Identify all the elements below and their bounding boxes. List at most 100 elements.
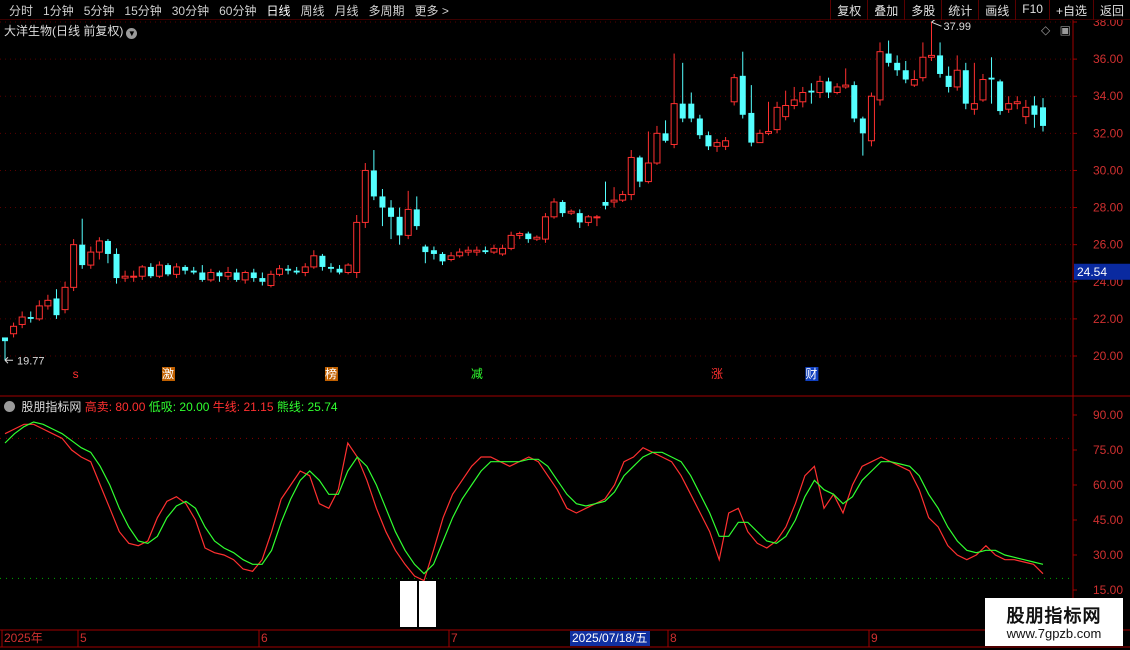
chart-corner-icons: ◇ ▣ — [1041, 23, 1071, 37]
time-label: 7 — [451, 631, 458, 645]
candle-body — [310, 255, 318, 268]
candle-body — [430, 250, 437, 254]
price-tick-label: 20.00 — [1093, 349, 1123, 363]
candle-body — [885, 53, 892, 63]
square-icon[interactable]: ▣ — [1060, 23, 1071, 37]
toolbar-button-0[interactable]: 复权 — [830, 0, 867, 20]
candle-body — [748, 112, 755, 143]
candle-body — [782, 105, 790, 118]
period-tab-3[interactable]: 15分钟 — [119, 2, 166, 19]
dropdown-circle-icon[interactable]: ▼ — [126, 28, 138, 39]
time-label: 5 — [80, 631, 87, 645]
high-arrow — [931, 20, 942, 27]
candle-body — [61, 286, 69, 311]
candle-body — [216, 272, 223, 277]
candle-body — [87, 251, 95, 266]
candle-body — [816, 80, 824, 94]
price-tick-label: 34.00 — [1093, 89, 1123, 103]
site-watermark: 股朋指标网 www.7gpzb.com — [985, 598, 1123, 646]
candle-body — [293, 270, 300, 273]
period-tab-1[interactable]: 1分钟 — [38, 2, 79, 19]
toolbar-button-3[interactable]: 统计 — [941, 0, 978, 20]
candle-body — [713, 142, 721, 147]
candle-body — [550, 201, 558, 218]
candle-body — [825, 81, 832, 93]
indicator-tick-label: 90.00 — [1093, 408, 1123, 422]
candle-body — [584, 216, 592, 223]
candle-body — [962, 70, 969, 104]
candle-body — [464, 249, 472, 253]
price-tick-label: 26.00 — [1093, 238, 1123, 252]
candle-body — [1031, 105, 1038, 115]
candle-body — [644, 162, 652, 183]
low-arrow — [4, 356, 13, 364]
indicator-tick-label: 30.00 — [1093, 548, 1123, 562]
candle-body — [953, 69, 961, 88]
candle-body — [525, 233, 532, 240]
candle-body — [456, 251, 464, 257]
candle-body — [35, 305, 43, 320]
candle-body — [653, 132, 661, 164]
chart-canvas[interactable]: 38.0036.0034.0032.0030.0028.0026.0024.00… — [0, 20, 1130, 650]
candle-body — [422, 246, 429, 253]
candle-body — [902, 70, 909, 80]
candle-body — [636, 157, 643, 182]
toolbar-button-4[interactable]: 画线 — [978, 0, 1015, 20]
toolbar-button-5[interactable]: F10 — [1015, 0, 1049, 20]
candle-body — [413, 209, 420, 227]
high-price-label: 37.99 — [943, 21, 971, 33]
candle-body — [670, 103, 678, 145]
candle-body — [997, 81, 1004, 112]
candle-body — [739, 75, 746, 115]
period-tab-9[interactable]: 多周期 — [364, 2, 410, 19]
period-tab-7[interactable]: 周线 — [295, 2, 329, 19]
indicator-tick-label: 60.00 — [1093, 478, 1123, 492]
indicator-name: 股朋指标网 — [21, 400, 82, 414]
candle-body — [705, 135, 712, 147]
toolbar-right-buttons: 复权 叠加 多股 统计 画线 F10 +自选 返回 — [830, 0, 1130, 20]
candle-body — [790, 99, 798, 107]
toolbar-button-7[interactable]: 返回 — [1092, 0, 1130, 20]
period-tab-2[interactable]: 5分钟 — [79, 2, 120, 19]
candle-body — [130, 275, 138, 278]
watermark-url: www.7gpzb.com — [1006, 626, 1102, 641]
bull-line-label: 牛线: 21.15 — [212, 400, 274, 414]
candle-body — [104, 240, 111, 254]
candle-body — [1013, 101, 1021, 105]
time-label: 8 — [670, 631, 677, 645]
candle-body — [808, 90, 815, 93]
period-tab-8[interactable]: 月线 — [330, 2, 364, 19]
candle-body — [851, 85, 858, 119]
candle-body — [988, 77, 995, 80]
time-label: 2025年 — [4, 631, 43, 645]
indicator-tick-label: 45.00 — [1093, 513, 1123, 527]
candle-body — [233, 272, 240, 280]
period-tab-4[interactable]: 30分钟 — [167, 2, 214, 19]
candle-body — [190, 270, 197, 273]
toolbar-button-2[interactable]: 多股 — [904, 0, 941, 20]
indicator-toggle-icon[interactable] — [4, 401, 15, 412]
candle-body — [10, 325, 18, 335]
indicator-series-line — [4, 423, 1044, 582]
price-tick-label: 22.00 — [1093, 312, 1123, 326]
toolbar-button-1[interactable]: 叠加 — [867, 0, 904, 20]
toolbar-button-6[interactable]: +自选 — [1048, 0, 1093, 20]
period-tab-5[interactable]: 60分钟 — [214, 2, 261, 19]
period-tab-0[interactable]: 分时 — [4, 2, 38, 19]
candle-body — [370, 170, 377, 197]
period-tab-10[interactable]: 更多 > — [410, 2, 454, 19]
candles-group — [1, 22, 1047, 361]
diamond-icon[interactable]: ◇ — [1041, 23, 1050, 37]
candle-body — [473, 249, 481, 253]
candle-body — [859, 118, 866, 134]
price-tick-label: 38.00 — [1093, 20, 1123, 29]
candle-body — [910, 79, 918, 86]
candle-body — [688, 103, 695, 119]
candle-body — [679, 103, 686, 119]
main-chart-title: 大洋生物(日线 前复权) ▼ — [4, 22, 138, 39]
period-tab-6[interactable]: 日线 — [261, 2, 295, 19]
candle-body — [18, 316, 26, 325]
candle-body — [722, 140, 730, 147]
candle-body — [482, 250, 489, 253]
event-mark: 财 — [805, 367, 817, 381]
